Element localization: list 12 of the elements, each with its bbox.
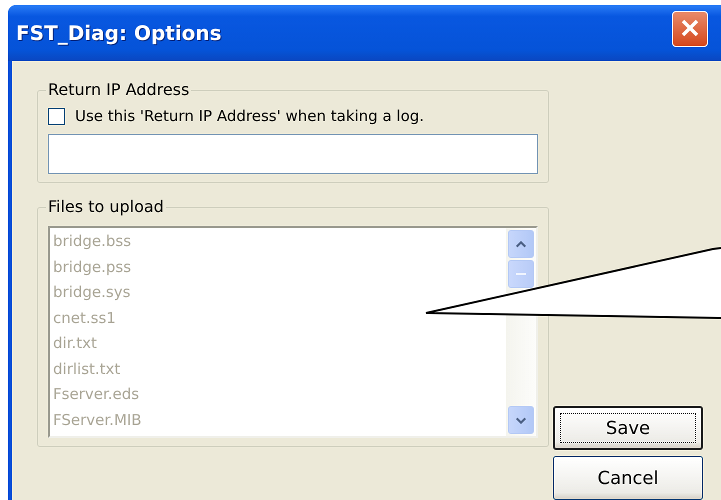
close-icon [680, 18, 700, 38]
checkbox[interactable] [48, 108, 65, 124]
checkbox-label[interactable]: Use this 'Return IP Address' when taking a log. [75, 107, 424, 125]
grip-icon [516, 272, 526, 276]
cancel-button[interactable]: Cancel [553, 456, 703, 500]
close-button[interactable] [672, 11, 708, 47]
chevron-down-icon [515, 416, 527, 424]
chevron-up-icon [515, 240, 527, 248]
group-legend: Files to upload [46, 197, 166, 216]
window-title: FST_Diag: Options [16, 21, 222, 45]
save-button[interactable]: Save [553, 406, 703, 450]
ip-address-field[interactable] [48, 134, 538, 174]
